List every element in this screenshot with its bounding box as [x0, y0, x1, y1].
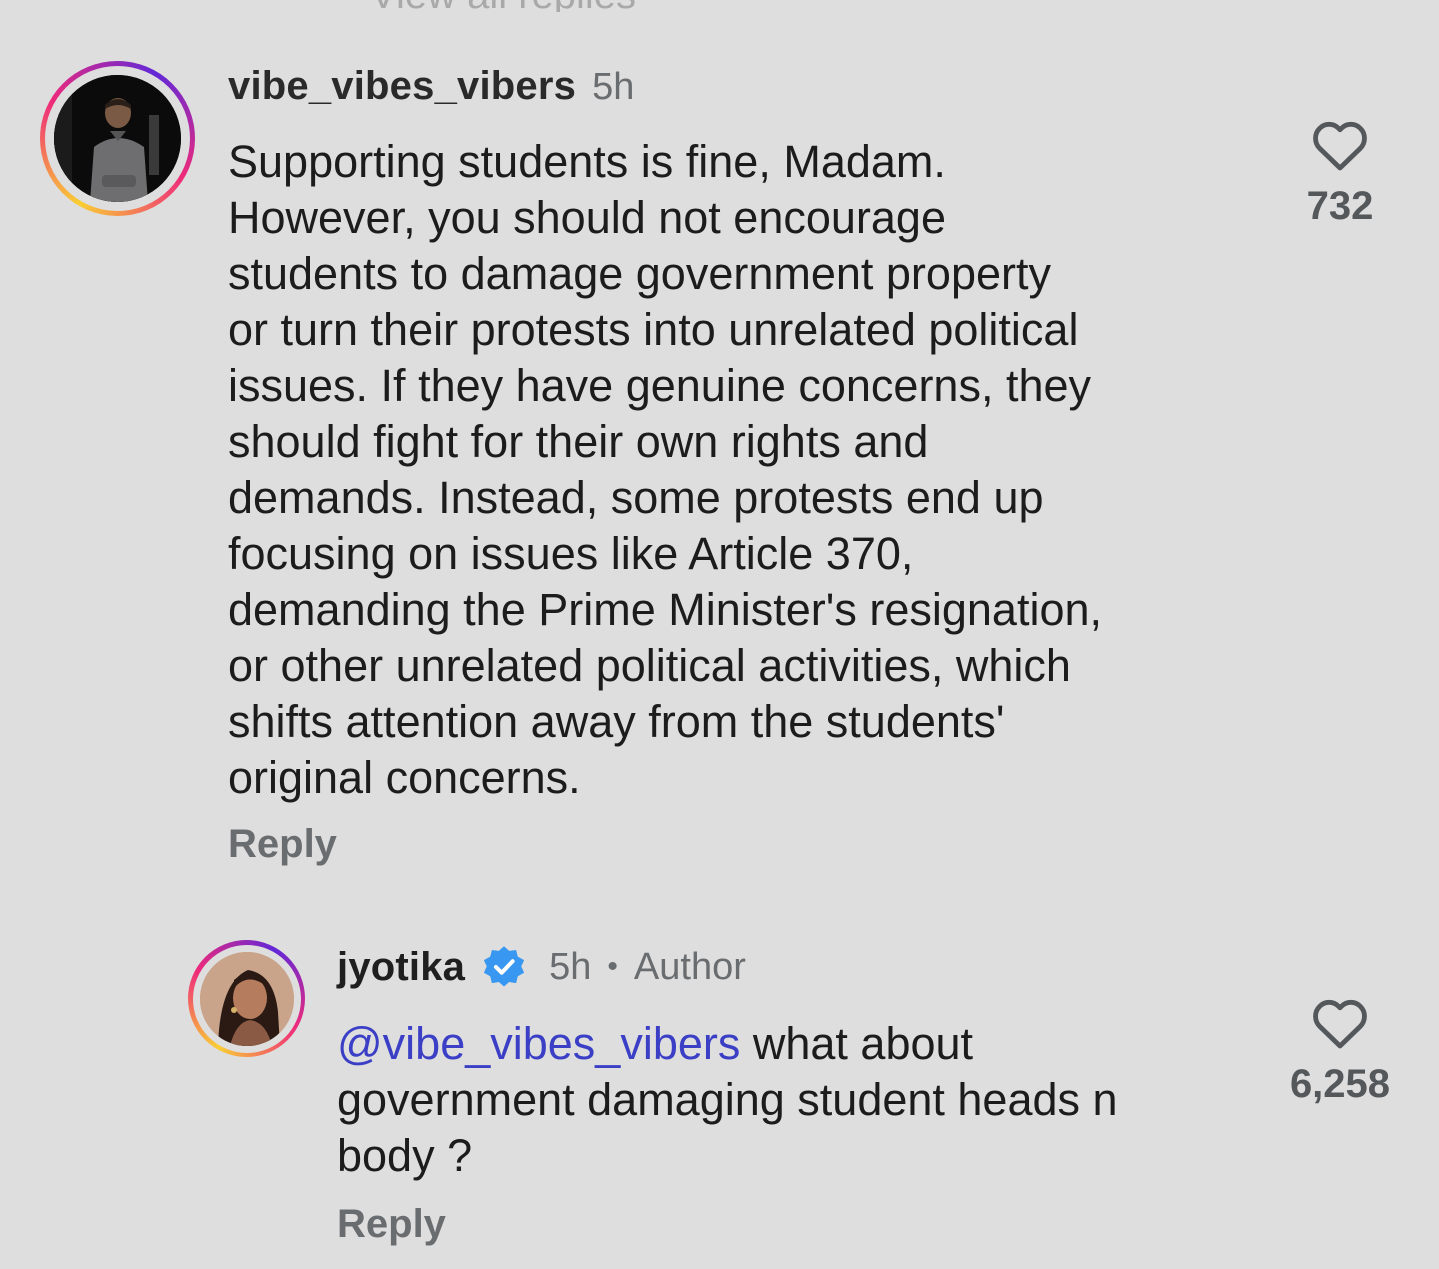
mention-link[interactable]: @vibe_vibes_vibers — [337, 1018, 740, 1069]
comment-text: Supporting students is fine, Madam. Howe… — [228, 136, 1103, 803]
comment-text: @vibe_vibes_vibers what about government… — [337, 1016, 1257, 1184]
heart-outline-icon[interactable] — [1311, 996, 1369, 1050]
reply-button[interactable]: Reply — [337, 1202, 446, 1247]
like-count: 732 — [1306, 184, 1374, 228]
comments-page: View all replies — [0, 0, 1439, 1269]
reply-item: jyotika 5h • Author @vibe_vibes_vibers w… — [0, 930, 1439, 1269]
comment-item: vibe_vibes_vibers 5h Supporting students… — [0, 0, 1439, 900]
author-label: Author — [633, 945, 746, 988]
timestamp: 5h — [592, 66, 635, 108]
avatar[interactable] — [54, 75, 181, 202]
avatar[interactable] — [199, 951, 294, 1046]
separator-dot: • — [607, 950, 618, 983]
person-silhouette-icon — [54, 75, 181, 202]
verified-badge-icon — [484, 946, 525, 987]
heart-outline-icon[interactable] — [1311, 118, 1369, 172]
timestamp: 5h — [549, 945, 592, 988]
person-portrait-icon — [199, 951, 294, 1046]
username[interactable]: vibe_vibes_vibers — [228, 64, 576, 109]
comment-header: jyotika 5h • Author — [337, 944, 746, 990]
like-control: 732 — [1270, 118, 1410, 229]
username[interactable]: jyotika — [337, 945, 465, 990]
reply-button[interactable]: Reply — [228, 822, 337, 867]
story-ring[interactable] — [40, 61, 195, 216]
like-control: 6,258 — [1270, 996, 1410, 1107]
like-count: 6,258 — [1289, 1062, 1391, 1106]
story-ring[interactable] — [188, 940, 305, 1057]
comment-header: vibe_vibes_vibers 5h — [228, 64, 634, 109]
